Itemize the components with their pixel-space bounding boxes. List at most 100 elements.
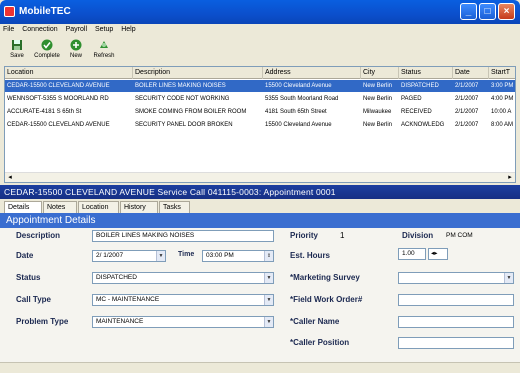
- est-hours-field[interactable]: 1.00: [398, 248, 426, 260]
- maximize-button[interactable]: □: [479, 3, 496, 20]
- cell-date: 2/1/2007: [455, 109, 479, 115]
- caller-name-label: *Caller Name: [290, 317, 340, 326]
- increase-icon[interactable]: ▸: [434, 250, 437, 257]
- cell-date: 2/1/2007: [455, 122, 479, 128]
- est-hours-stepper[interactable]: ◂▸: [428, 248, 448, 260]
- priority-label: Priority: [290, 231, 319, 240]
- column-header-location[interactable]: Location: [5, 67, 133, 79]
- chevron-down-icon[interactable]: ▼: [264, 317, 273, 327]
- menu-setup[interactable]: Setup: [92, 24, 116, 36]
- minimize-icon: _: [465, 6, 472, 17]
- caller-name-input[interactable]: [398, 316, 514, 328]
- cell-start-time: 4:00 PM: [491, 96, 514, 102]
- menu-payroll[interactable]: Payroll: [63, 24, 90, 36]
- column-header-address[interactable]: Address: [263, 67, 361, 79]
- close-button[interactable]: ×: [498, 3, 515, 20]
- window-title: MobileTEC: [19, 6, 71, 17]
- cell-start-time: 3:00 PM: [491, 83, 514, 89]
- menu-help[interactable]: Help: [118, 24, 138, 36]
- description-field[interactable]: BOILER LINES MAKING NOISES: [92, 230, 274, 242]
- problem-type-value: MAINTENANCE: [96, 318, 144, 325]
- minimize-button[interactable]: _: [460, 3, 477, 20]
- problem-type-select[interactable]: MAINTENANCE ▼: [92, 316, 274, 328]
- call-type-value: MC - MAINTENANCE: [96, 296, 160, 303]
- date-picker[interactable]: 2/ 1/2007 ▼: [92, 250, 166, 262]
- cell-city: New Berlin: [363, 122, 393, 128]
- refresh-label: Refresh: [93, 53, 115, 59]
- refresh-button[interactable]: Refresh: [89, 37, 119, 63]
- chevron-down-icon[interactable]: ▼: [156, 251, 165, 261]
- cell-description: BOILER LINES MAKING NOISES: [135, 83, 226, 89]
- caller-position-label: *Caller Position: [290, 338, 350, 347]
- table-row[interactable]: ACCURATE-4181 S 65th St SMOKE COMING FRO…: [5, 106, 515, 118]
- cell-description: SMOKE COMING FROM BOILER ROOM: [135, 109, 247, 115]
- cell-status: RECEIVED: [401, 109, 432, 115]
- cell-status: DISPATCHED: [401, 83, 439, 89]
- title-bar: MobileTEC _ □ ×: [0, 0, 520, 24]
- time-picker[interactable]: 03:00 PM ⇕: [202, 250, 274, 262]
- status-select[interactable]: DISPATCHED ▼: [92, 272, 274, 284]
- cell-address: 15500 Cleveland Avenue: [265, 122, 332, 128]
- toolbar: Save Complete New Refresh: [0, 37, 520, 63]
- maximize-icon: □: [484, 6, 491, 17]
- marketing-survey-label: *Marketing Survey: [290, 273, 360, 282]
- cell-date: 2/1/2007: [455, 96, 479, 102]
- chevron-down-icon[interactable]: ▼: [264, 273, 273, 283]
- scroll-right-icon[interactable]: ▸: [505, 173, 515, 182]
- column-header-status[interactable]: Status: [399, 67, 453, 79]
- date-value: 2/ 1/2007: [96, 252, 124, 259]
- table-row[interactable]: CEDAR-15500 CLEVELAND AVENUE BOILER LINE…: [5, 80, 515, 92]
- cell-date: 2/1/2007: [455, 83, 479, 89]
- cell-address: 15500 Cleveland Avenue: [265, 83, 332, 89]
- scroll-left-icon[interactable]: ◂: [5, 173, 15, 182]
- time-spinner-icon[interactable]: ⇕: [264, 251, 273, 261]
- horizontal-scrollbar[interactable]: ◂ ▸: [5, 172, 515, 182]
- problem-type-label: Problem Type: [16, 317, 69, 326]
- chevron-down-icon[interactable]: ▼: [504, 273, 513, 283]
- complete-button[interactable]: Complete: [30, 37, 64, 63]
- checkmark-icon: [41, 39, 53, 51]
- cell-status: PAGED: [401, 96, 422, 102]
- call-type-select[interactable]: MC - MAINTENANCE ▼: [92, 294, 274, 306]
- menu-file[interactable]: File: [0, 24, 17, 36]
- table-row[interactable]: WENNSOFT-5355 S MOORLAND RD SECURITY COD…: [5, 93, 515, 105]
- save-button[interactable]: Save: [6, 37, 28, 63]
- menu-connection[interactable]: Connection: [19, 24, 60, 36]
- cell-status: ACKNOWLEDG: [401, 122, 445, 128]
- status-label: Status: [16, 273, 41, 282]
- field-work-order-input[interactable]: [398, 294, 514, 306]
- appointment-title: CEDAR-15500 CLEVELAND AVENUE Service Cal…: [0, 185, 520, 199]
- save-icon: [12, 40, 22, 50]
- marketing-survey-select[interactable]: ▼: [398, 272, 514, 284]
- column-header-description[interactable]: Description: [133, 67, 263, 79]
- priority-value: 1: [340, 231, 345, 240]
- division-label: Division: [402, 231, 434, 240]
- appointment-details-form: Description BOILER LINES MAKING NOISES D…: [0, 228, 520, 368]
- new-icon: [70, 39, 82, 51]
- new-label: New: [69, 53, 82, 59]
- caller-position-input[interactable]: [398, 337, 514, 349]
- table-row[interactable]: CEDAR-15500 CLEVELAND AVENUE SECURITY PA…: [5, 119, 515, 131]
- est-hours-label: Est. Hours: [290, 251, 331, 260]
- cell-start-time: 10:00 A: [491, 109, 512, 115]
- cell-description: SECURITY PANEL DOOR BROKEN: [135, 122, 233, 128]
- cell-location: ACCURATE-4181 S 65th St: [7, 109, 82, 115]
- new-button[interactable]: New: [65, 37, 87, 63]
- date-label: Date: [16, 251, 34, 260]
- cell-location: CEDAR-15500 CLEVELAND AVENUE: [7, 83, 110, 89]
- cell-address: 4181 South 65th Street: [265, 109, 327, 115]
- time-value: 03:00 PM: [206, 252, 234, 259]
- close-icon: ×: [503, 6, 510, 17]
- grid-header: Location Description Address City Status…: [5, 67, 515, 79]
- cell-location: CEDAR-15500 CLEVELAND AVENUE: [7, 122, 110, 128]
- column-header-date[interactable]: Date: [453, 67, 489, 79]
- column-header-start-time[interactable]: StartT: [489, 67, 515, 79]
- call-type-label: Call Type: [16, 295, 51, 304]
- section-title: Appointment Details: [0, 213, 520, 228]
- cell-city: Milwaukee: [363, 109, 392, 115]
- column-header-city[interactable]: City: [361, 67, 399, 79]
- cell-city: New Berlin: [363, 96, 393, 102]
- cell-start-time: 8:00 AM: [491, 122, 514, 128]
- service-calls-grid: Location Description Address City Status…: [4, 66, 516, 183]
- chevron-down-icon[interactable]: ▼: [264, 295, 273, 305]
